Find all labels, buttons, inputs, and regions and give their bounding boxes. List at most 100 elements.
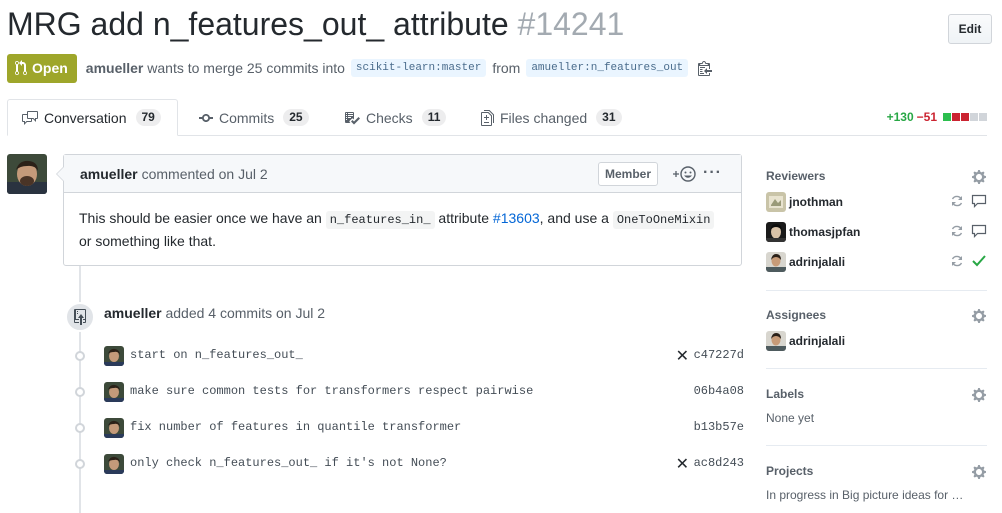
tab-count: 31	[596, 109, 622, 126]
tab-files-changed[interactable]: Files changed 31	[467, 99, 636, 136]
reviewers-title[interactable]: Reviewers	[766, 167, 987, 185]
repo-push-badge	[65, 302, 95, 332]
git-commit-icon	[199, 113, 213, 122]
comment-icon	[971, 194, 987, 211]
tab-commits[interactable]: Commits 25	[185, 99, 323, 136]
pr-number: #14241	[517, 6, 625, 42]
commit-avatar[interactable]	[104, 382, 124, 402]
reviewer-item[interactable]: thomasjpfan	[766, 221, 987, 243]
pr-header: MRG add n_features_out_ attribute #14241…	[7, 4, 992, 48]
pr-tabs: Conversation 79 Commits 25 Checks 11 Files …	[7, 99, 987, 136]
sidebar-labels: Labels None yet	[766, 385, 987, 446]
gear-icon[interactable]	[972, 387, 986, 406]
gear-icon[interactable]	[972, 308, 986, 327]
assignee-item[interactable]: adrinjalali	[766, 330, 987, 352]
comment-timestamp[interactable]: commented on Jul 2	[142, 166, 268, 182]
clipboard-icon[interactable]	[698, 60, 713, 76]
tab-checks[interactable]: Checks 11	[330, 99, 460, 136]
commit-message[interactable]: only check n_features_out_ if it's not N…	[130, 456, 447, 470]
commit-message[interactable]: fix number of features in quantile trans…	[130, 420, 461, 434]
commit-message[interactable]: make sure common tests for transformers …	[130, 384, 533, 398]
labels-title[interactable]: Labels	[766, 385, 987, 403]
reviewer-item[interactable]: adrinjalali	[766, 251, 987, 273]
commit-dot	[75, 459, 85, 469]
assignees-title[interactable]: Assignees	[766, 306, 987, 324]
pr-title: MRG add n_features_out_ attribute #14241	[7, 4, 992, 44]
repo-push-icon	[74, 309, 86, 325]
from-text: from	[492, 60, 521, 76]
git-pull-request-icon	[15, 60, 27, 76]
commit-sha[interactable]: 06b4a08	[694, 384, 744, 398]
commit-message[interactable]: start on n_features_out_	[130, 348, 303, 362]
pr-author-link[interactable]: amueller	[86, 60, 144, 76]
comment-discussion-icon	[22, 110, 38, 125]
sync-icon[interactable]	[950, 224, 964, 241]
comment-text: attribute	[434, 210, 493, 226]
diffstat-deletions: −51	[916, 110, 937, 124]
event-author[interactable]: amueller	[104, 305, 162, 321]
comment-author[interactable]: amueller	[80, 166, 138, 182]
reviewer-name: thomasjpfan	[789, 225, 861, 239]
state-label: Open	[32, 60, 68, 76]
comment-header: amueller commented on Jul 2 Member ···	[64, 155, 741, 193]
sidebar-reviewers: Reviewers jnothman thomasjpfan adrinjala…	[766, 167, 987, 291]
commit-avatar[interactable]	[104, 454, 124, 474]
commit-sha[interactable]: c47227d	[694, 348, 744, 362]
commit-sha[interactable]: ac8d243	[694, 456, 744, 470]
avatar	[766, 252, 786, 272]
gear-icon[interactable]	[972, 169, 986, 188]
tab-count: 11	[421, 109, 447, 126]
avatar	[766, 331, 786, 351]
add-reaction-button[interactable]	[671, 166, 697, 182]
reviewer-item[interactable]: jnothman	[766, 191, 987, 213]
inline-code: OneToOneMixin	[612, 211, 715, 229]
kebab-horizontal-icon[interactable]: ···	[703, 164, 722, 182]
comment-text: or something like that.	[79, 233, 216, 249]
x-icon[interactable]: ✕	[676, 346, 689, 366]
commit-avatar[interactable]	[104, 346, 124, 366]
comment-icon	[971, 224, 987, 241]
event-action: added 4 commits	[165, 305, 273, 321]
diffstat[interactable]: +130 −51	[887, 110, 987, 124]
tab-count: 25	[283, 109, 309, 126]
project-link[interactable]: In progress in Big picture ideas for …	[766, 488, 987, 502]
projects-title[interactable]: Projects	[766, 462, 987, 480]
comment-text: , and use a	[539, 210, 613, 226]
commit-row: start on n_features_out_ ✕ c47227d	[72, 345, 744, 367]
tab-label: Checks	[366, 109, 413, 126]
diffstat-block	[952, 113, 960, 121]
commits-event: amueller added 4 commits on Jul 2	[104, 305, 325, 321]
head-branch[interactable]: amueller:n_features_out	[526, 59, 689, 77]
file-diff-icon	[481, 109, 494, 126]
commit-avatar[interactable]	[104, 418, 124, 438]
sync-icon[interactable]	[950, 194, 964, 211]
commit-dot	[75, 387, 85, 397]
tab-label: Conversation	[44, 109, 127, 126]
sync-icon[interactable]	[950, 254, 964, 271]
edit-button[interactable]: Edit	[948, 14, 992, 44]
diffstat-block	[970, 113, 978, 121]
tab-count: 79	[135, 109, 161, 126]
commit-dot	[75, 351, 85, 361]
state-badge: Open	[7, 53, 77, 83]
issue-link[interactable]: #13603	[493, 210, 540, 226]
event-timestamp[interactable]: on Jul 2	[276, 305, 325, 321]
base-branch[interactable]: scikit-learn:master	[350, 59, 487, 77]
commit-row: make sure common tests for transformers …	[72, 381, 744, 403]
avatar	[766, 192, 786, 212]
check-icon	[971, 254, 987, 271]
avatar[interactable]	[7, 154, 47, 194]
diffstat-block	[979, 113, 987, 121]
tab-conversation[interactable]: Conversation 79	[7, 99, 178, 136]
x-icon[interactable]: ✕	[676, 454, 689, 474]
avatar	[766, 222, 786, 242]
pr-title-text: MRG add n_features_out_ attribute	[7, 6, 509, 42]
labels-value: None yet	[766, 411, 815, 425]
tab-label: Commits	[219, 109, 275, 126]
comment-body: This should be easier once we have an n_…	[64, 193, 741, 267]
tab-label: Files changed	[500, 109, 588, 126]
assignee-name: adrinjalali	[789, 334, 846, 348]
commit-sha[interactable]: b13b57e	[694, 420, 744, 434]
sidebar-projects: Projects In progress in Big picture idea…	[766, 462, 987, 513]
gear-icon[interactable]	[972, 464, 986, 483]
